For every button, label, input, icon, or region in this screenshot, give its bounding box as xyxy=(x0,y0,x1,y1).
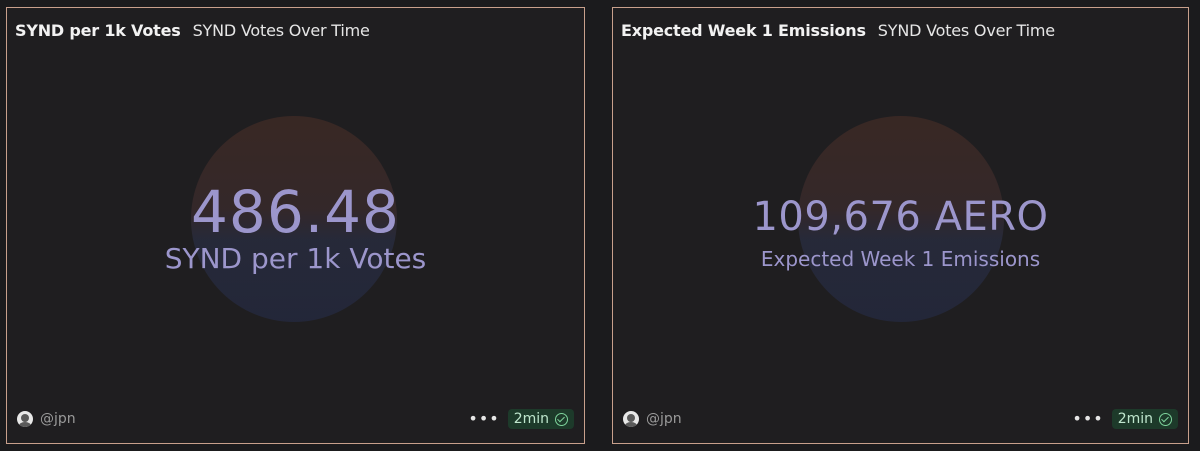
refresh-interval: 2min xyxy=(513,411,549,427)
author-name: @jpn xyxy=(646,411,682,427)
card-title: Expected Week 1 Emissions xyxy=(621,21,866,40)
counter-value: 109,676 AERO xyxy=(752,194,1049,240)
dashboard-board: SYND per 1k Votes SYND Votes Over Time 4… xyxy=(0,0,1200,451)
card-header: Expected Week 1 Emissions SYND Votes Ove… xyxy=(621,21,1180,40)
card-header: SYND per 1k Votes SYND Votes Over Time xyxy=(15,21,576,40)
counter-card-expected-emissions[interactable]: Expected Week 1 Emissions SYND Votes Ove… xyxy=(612,7,1189,444)
avatar xyxy=(17,411,33,427)
counter-label: Expected Week 1 Emissions xyxy=(760,247,1041,271)
more-options-icon[interactable]: ••• xyxy=(1072,411,1103,427)
card-footer: @jpn ••• 2min xyxy=(623,409,1178,429)
tab-synd-votes-over-time[interactable]: SYND Votes Over Time xyxy=(878,21,1055,40)
tab-synd-votes-over-time[interactable]: SYND Votes Over Time xyxy=(193,21,370,40)
counter-card-synd-per-1k[interactable]: SYND per 1k Votes SYND Votes Over Time 4… xyxy=(6,7,585,444)
author-link[interactable]: @jpn xyxy=(17,411,76,427)
card-controls: ••• 2min xyxy=(468,409,574,429)
refresh-interval: 2min xyxy=(1117,411,1153,427)
card-footer: @jpn ••• 2min xyxy=(17,409,574,429)
card-controls: ••• 2min xyxy=(1072,409,1178,429)
card-title: SYND per 1k Votes xyxy=(15,21,181,40)
refresh-status-badge[interactable]: 2min xyxy=(1111,409,1178,429)
counter-label: SYND per 1k Votes xyxy=(164,242,427,275)
check-circle-icon xyxy=(555,412,568,426)
author-link[interactable]: @jpn xyxy=(623,411,682,427)
author-name: @jpn xyxy=(40,411,76,427)
counter-value: 486.48 xyxy=(191,178,400,246)
more-options-icon[interactable]: ••• xyxy=(468,411,499,427)
refresh-status-badge[interactable]: 2min xyxy=(507,409,574,429)
avatar xyxy=(623,411,639,427)
check-circle-icon xyxy=(1159,412,1172,426)
